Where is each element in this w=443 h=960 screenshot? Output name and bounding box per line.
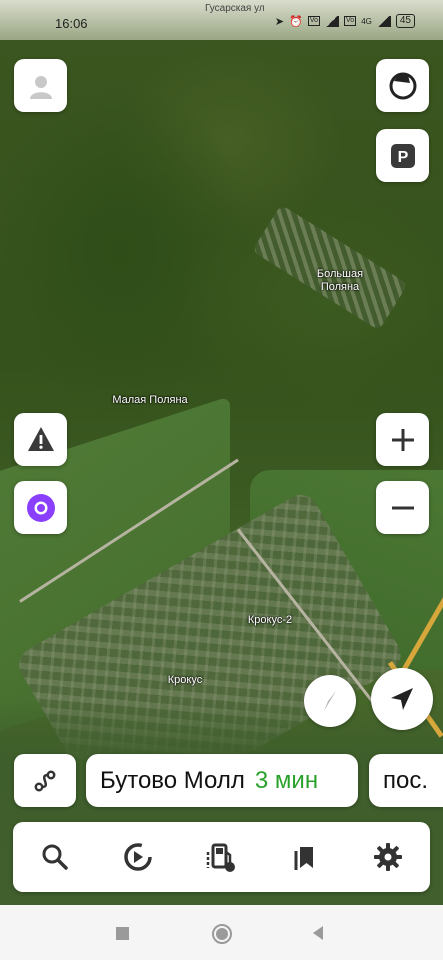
tab-search[interactable] bbox=[30, 832, 80, 882]
search-icon bbox=[42, 844, 68, 870]
network-type-label: 4G bbox=[361, 16, 372, 26]
fuel-station-icon bbox=[207, 843, 236, 872]
status-bar: 16:06 Гусарская ул ➤ ⏰ Vo Vo 4G 45 bbox=[0, 0, 443, 40]
route-suggestion-card[interactable]: пос. bbox=[369, 754, 443, 807]
signal-icon bbox=[376, 15, 391, 27]
zoom-in-button[interactable] bbox=[376, 413, 429, 466]
parking-icon: P bbox=[390, 143, 415, 168]
compass-button[interactable] bbox=[304, 675, 356, 727]
alarm-icon: ⏰ bbox=[289, 15, 303, 28]
tab-music[interactable] bbox=[113, 832, 163, 882]
routes-button[interactable] bbox=[14, 754, 76, 807]
route-icon bbox=[34, 770, 56, 791]
map-label-bolshaya-polyana: Большая Поляна bbox=[316, 268, 364, 293]
minus-icon bbox=[391, 506, 414, 509]
compass-icon bbox=[324, 691, 336, 711]
location-icon: ➤ bbox=[274, 15, 285, 28]
route-eta: 3 мин bbox=[254, 766, 319, 794]
warning-icon bbox=[27, 426, 54, 451]
road-event-button[interactable] bbox=[14, 413, 67, 466]
battery-icon: 45 bbox=[395, 14, 415, 28]
svg-text:P: P bbox=[397, 149, 408, 166]
bookmarks-icon bbox=[294, 847, 313, 870]
navigation-arrow-icon bbox=[391, 688, 413, 710]
route-destination: пос. bbox=[383, 766, 429, 794]
volte-icon: Vo bbox=[307, 16, 321, 26]
my-location-button[interactable] bbox=[371, 668, 433, 730]
route-suggestion-card[interactable]: Бутово Молл 3 мин bbox=[86, 754, 358, 807]
map-label-krokus-2: Крокус-2 bbox=[247, 614, 293, 626]
home-icon[interactable] bbox=[211, 923, 233, 945]
bottom-tab-bar bbox=[13, 822, 430, 892]
map-layers-button[interactable] bbox=[376, 59, 429, 112]
tab-settings[interactable] bbox=[363, 832, 413, 882]
system-navigation-bar bbox=[0, 905, 443, 960]
music-icon bbox=[124, 843, 152, 871]
zoom-out-button[interactable] bbox=[376, 481, 429, 534]
map-label-malaya-polyana: Малая Поляна bbox=[112, 394, 188, 406]
plus-icon bbox=[391, 428, 414, 451]
status-icons: ➤ ⏰ Vo Vo 4G 45 bbox=[275, 14, 415, 28]
tab-fuel[interactable] bbox=[196, 832, 246, 882]
alice-assistant-button[interactable] bbox=[14, 481, 67, 534]
map-label-krokus: Крокус bbox=[167, 674, 203, 686]
parking-button[interactable]: P bbox=[376, 129, 429, 182]
route-destination: Бутово Молл bbox=[100, 766, 245, 794]
avatar-icon bbox=[29, 75, 52, 99]
status-time: 16:06 bbox=[55, 16, 88, 31]
settings-icon bbox=[374, 843, 403, 871]
recents-icon[interactable] bbox=[115, 926, 130, 941]
profile-button[interactable] bbox=[14, 59, 67, 112]
back-icon[interactable] bbox=[310, 925, 326, 941]
tab-bookmarks[interactable] bbox=[280, 832, 330, 882]
layers-icon bbox=[389, 72, 416, 99]
alice-icon bbox=[26, 493, 55, 522]
signal-icon bbox=[325, 15, 340, 27]
volte-icon: Vo bbox=[344, 16, 357, 26]
status-street-label: Гусарская ул bbox=[205, 3, 265, 14]
